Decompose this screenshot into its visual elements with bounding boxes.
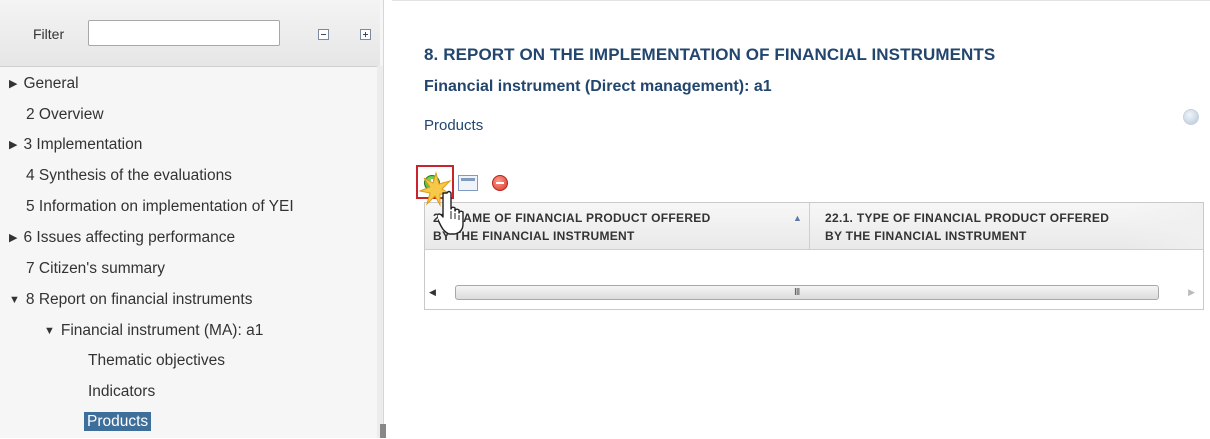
tree-item-indicators[interactable]: Indicators [88, 381, 155, 403]
hand-cursor-icon [438, 190, 464, 235]
tree-item-financial-instrument-a1[interactable]: ▼ Financial instrument (MA): a1 [44, 320, 263, 342]
scroll-left-icon[interactable]: ◀ [429, 287, 436, 298]
page-subtitle: Financial instrument (Direct management)… [424, 78, 772, 95]
tree-item-citizens-summary[interactable]: 7 Citizen's summary [26, 258, 165, 280]
filter-label: Filter [33, 26, 65, 42]
filter-input[interactable] [88, 20, 280, 46]
tree-item-overview[interactable]: 2 Overview [26, 104, 104, 126]
tree-item-yei[interactable]: 5 Information on implementation of YEI [26, 196, 294, 218]
collapse-all-icon[interactable] [318, 29, 329, 40]
sort-ascending-icon[interactable]: ▲ [793, 213, 802, 223]
header-fade [1125, 203, 1203, 249]
tree-item-synthesis[interactable]: 4 Synthesis of the evaluations [26, 165, 232, 187]
tree-item-thematic-objectives[interactable]: Thematic objectives [88, 350, 225, 372]
tree-item-products[interactable]: Products [84, 411, 152, 433]
tree-item-financial-instruments[interactable]: ▼ 8 Report on financial instruments [9, 289, 252, 311]
expand-arrow-icon[interactable]: ▶ [9, 232, 17, 244]
products-grid: 22. NAME OF FINANCIAL PRODUCT OFFERED BY… [424, 202, 1204, 310]
grid-header: 22. NAME OF FINANCIAL PRODUCT OFFERED BY… [425, 203, 1203, 250]
expand-all-icon[interactable] [360, 29, 371, 40]
sidebar-scrollbar[interactable] [377, 66, 383, 438]
expand-arrow-icon[interactable]: ▶ [9, 78, 17, 90]
filter-bar: Filter [0, 0, 380, 67]
collapse-arrow-icon[interactable]: ▼ [44, 325, 55, 337]
collapse-arrow-icon[interactable]: ▼ [9, 294, 20, 306]
sidebar-scroll-thumb[interactable] [380, 424, 386, 438]
tree-item-general[interactable]: ▶ General [9, 73, 79, 95]
grid-horizontal-scrollbar[interactable]: ◀ III ▶ [429, 283, 1199, 303]
products-section-label: Products [424, 117, 484, 134]
remove-row-icon[interactable] [492, 175, 508, 191]
help-icon[interactable] [1183, 109, 1199, 125]
tree-item-issues[interactable]: ▶ 6 Issues affecting performance [9, 227, 235, 249]
column-divider[interactable] [809, 203, 810, 249]
tree-item-implementation[interactable]: ▶ 3 Implementation [9, 134, 142, 156]
main-content: 8. REPORT ON THE IMPLEMENTATION OF FINAN… [392, 0, 1210, 439]
navigation-sidebar: Filter ▶ General 2 Overview ▶ 3 Implementa… [0, 0, 386, 438]
grid-scroll-thumb[interactable]: III [455, 285, 1159, 300]
scroll-right-icon[interactable]: ▶ [1188, 287, 1195, 298]
page-title: 8. REPORT ON THE IMPLEMENTATION OF FINAN… [424, 45, 996, 64]
expand-arrow-icon[interactable]: ▶ [9, 139, 17, 151]
scroll-grip: III [794, 287, 800, 298]
column-header-name[interactable]: 22. NAME OF FINANCIAL PRODUCT OFFERED BY… [433, 209, 803, 245]
